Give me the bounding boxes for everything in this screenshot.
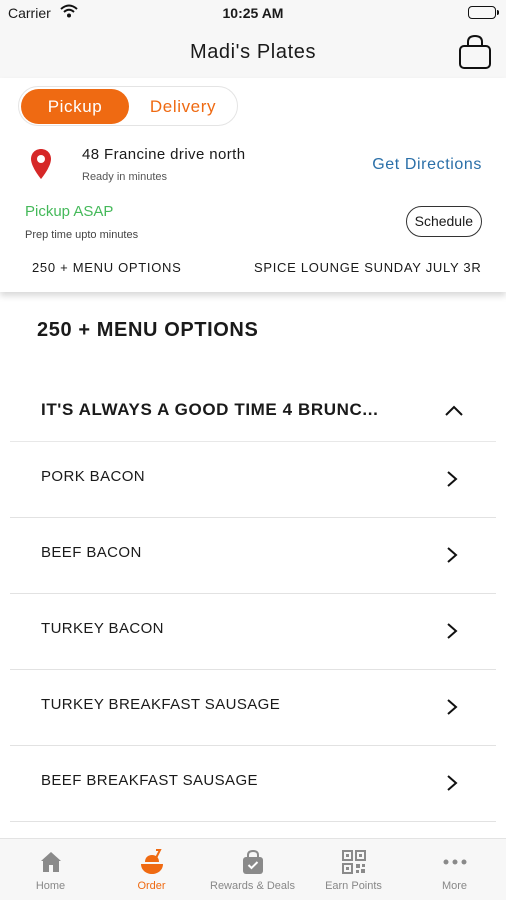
delivery-option[interactable]: Delivery [129, 89, 237, 124]
chevron-up-icon[interactable] [444, 404, 464, 423]
page-title: Madi's Plates [189, 41, 317, 63]
menu-list: 250 + MENU OPTIONS IT'S ALWAYS A GOOD TI… [0, 292, 506, 838]
menu-section-title: 250 + MENU OPTIONS [37, 319, 259, 341]
order-mode-toggle: Pickup Delivery [18, 86, 238, 126]
tab-earn-points-label: Earn Points [325, 880, 382, 892]
nav-bar: Madi's Plates [0, 26, 506, 78]
battery-icon [468, 6, 499, 19]
schedule-button[interactable]: Schedule [405, 206, 482, 237]
menu-item-label: PORK BACON [41, 468, 146, 485]
menu-item-label: TURKEY BREAKFAST SAUSAGE [41, 696, 281, 713]
location-pin-icon [30, 148, 52, 180]
category-tab[interactable]: SPICE LOUNGE SUNDAY JULY 3R [254, 260, 481, 275]
list-item[interactable]: TURKEY BACON [10, 594, 496, 670]
tab-rewards-label: Rewards & Deals [210, 880, 295, 892]
status-bar: Carrier 10:25 AM [0, 0, 506, 26]
ready-time-text: Ready in minutes [82, 171, 167, 183]
tab-home-label: Home [35, 880, 66, 892]
menu-item-label: TURKEY BACON [41, 620, 164, 637]
pickup-status: Pickup ASAP [25, 203, 114, 220]
chevron-right-icon [446, 698, 458, 721]
chevron-right-icon [446, 546, 458, 569]
qr-code-icon [342, 850, 366, 874]
menu-item-label: BEEF BACON [41, 544, 142, 561]
category-tab[interactable]: 250 + MENU OPTIONS [32, 260, 182, 275]
tab-rewards-deals[interactable]: Rewards & Deals [202, 839, 303, 900]
tab-earn-points[interactable]: Earn Points [303, 839, 404, 900]
list-item[interactable]: TURKEY BREAKFAST SAUSAGE [10, 670, 496, 746]
tab-more[interactable]: More [404, 839, 505, 900]
more-dots-icon [443, 859, 467, 865]
pickup-option[interactable]: Pickup [21, 89, 129, 124]
chevron-right-icon [446, 774, 458, 797]
tab-order[interactable]: Order [101, 839, 202, 900]
clock-time: 10:25 AM [222, 5, 284, 21]
tab-order-label: Order [137, 880, 166, 892]
shopping-bag-icon[interactable] [458, 34, 492, 70]
bottom-tab-bar: Home Order Rewards & Deals Earn Points M… [0, 838, 506, 900]
order-icon [141, 849, 163, 874]
list-item[interactable]: PORK BACON [10, 442, 496, 518]
category-tabs: 250 + MENU OPTIONS SPICE LOUNGE SUNDAY J… [0, 258, 506, 282]
list-item[interactable]: BEEF BREAKFAST SAUSAGE [10, 746, 496, 822]
list-item[interactable]: BEEF BACON [10, 518, 496, 594]
store-address: 48 Francine drive north [82, 146, 246, 163]
menu-item-label: BEEF BREAKFAST SAUSAGE [41, 772, 258, 789]
menu-group-title: IT'S ALWAYS A GOOD TIME 4 BRUNC... [41, 400, 379, 419]
rewards-bag-icon [243, 849, 263, 874]
order-info-panel: Pickup Delivery 48 Francine drive north … [0, 78, 506, 292]
get-directions-link[interactable]: Get Directions [372, 156, 482, 174]
chevron-right-icon [446, 470, 458, 493]
chevron-right-icon [446, 622, 458, 645]
prep-time-text: Prep time upto minutes [25, 229, 139, 241]
home-icon [41, 852, 61, 872]
menu-group-header[interactable]: IT'S ALWAYS A GOOD TIME 4 BRUNC... [10, 384, 496, 442]
tab-home[interactable]: Home [0, 839, 101, 900]
tab-more-label: More [441, 880, 468, 892]
